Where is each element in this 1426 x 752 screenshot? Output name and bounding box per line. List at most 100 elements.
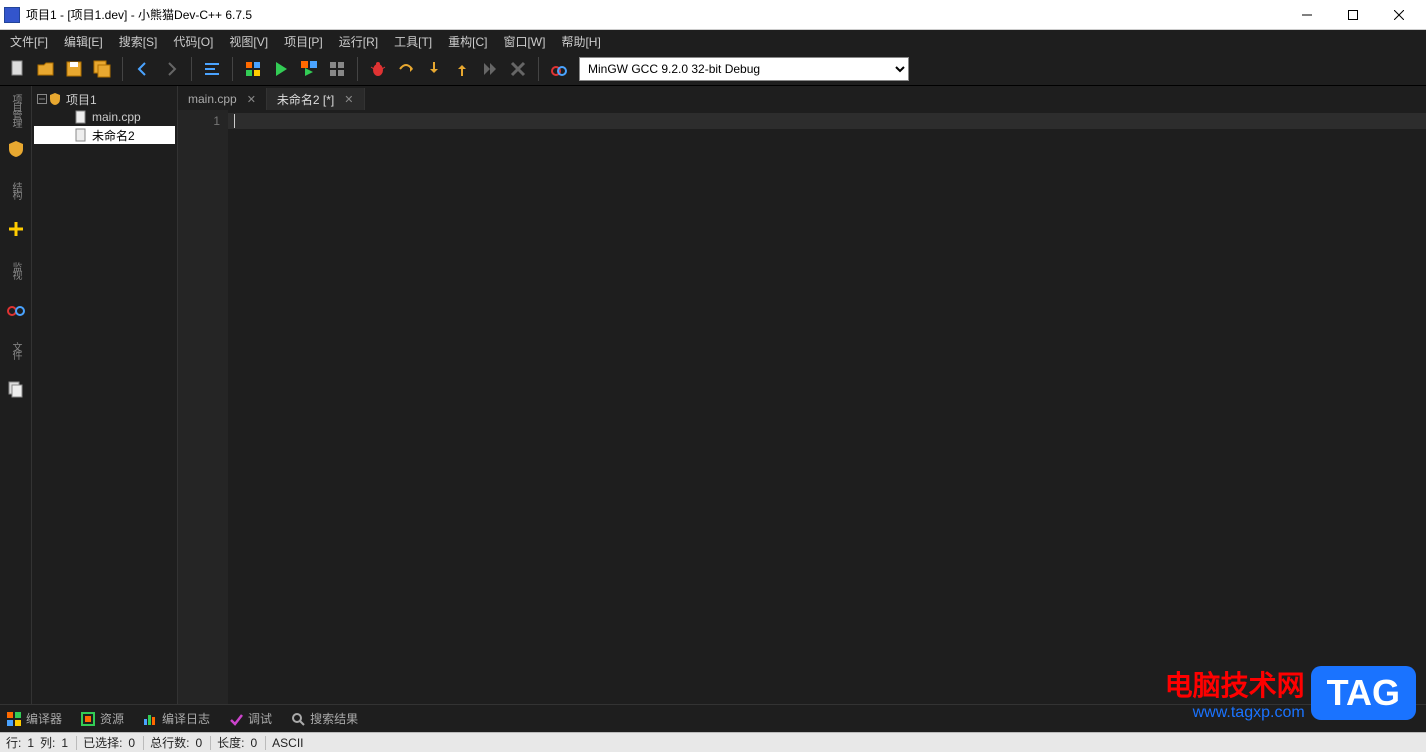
compiler-select[interactable]: MinGW GCC 9.2.0 32-bit Debug [579,57,909,81]
btab-build-log[interactable]: 编译日志 [142,710,210,727]
menu-refactor[interactable]: 重构[C] [440,31,495,52]
main-area: 项目管理 结构 监视 文件 项目1 [0,86,1426,704]
btab-debug[interactable]: 调试 [228,710,272,727]
rebuild-button[interactable] [323,55,351,83]
menu-search[interactable]: 搜索[S] [111,31,166,52]
close-button[interactable] [1376,0,1422,30]
line-number: 1 [178,114,220,128]
save-button[interactable] [60,55,88,83]
btab-search-results[interactable]: 搜索结果 [290,710,358,727]
btab-label: 编译器 [26,710,62,727]
rail-plus[interactable] [2,210,30,248]
menu-file[interactable]: 文件[F] [2,31,56,52]
rail-files[interactable]: 文件 [2,330,30,368]
minimize-button[interactable] [1284,0,1330,30]
menu-window[interactable]: 窗口[W] [495,31,553,52]
tree-root[interactable]: 项目1 [34,90,175,108]
btab-compiler[interactable]: 编译器 [6,710,62,727]
line-gutter: 1 [178,110,228,704]
plus-icon [6,219,26,239]
rail-project-manager[interactable]: 项目管理 [2,90,30,128]
chart-icon [142,711,158,727]
menu-edit[interactable]: 编辑[E] [56,31,111,52]
menu-bar: 文件[F] 编辑[E] 搜索[S] 代码[O] 视图[V] 项目[P] 运行[R… [0,30,1426,52]
file-icon [74,128,88,142]
status-line-value: 1 [27,736,34,750]
btab-resource[interactable]: 资源 [80,710,124,727]
tab-label: 未命名2 [*] [277,91,334,108]
compile-run-button[interactable] [295,55,323,83]
shield-icon [6,139,26,159]
menu-code[interactable]: 代码[O] [165,31,221,52]
current-line-highlight [228,113,1426,129]
menu-help[interactable]: 帮助[H] [553,31,608,52]
compile-button[interactable] [239,55,267,83]
tree-root-label: 项目1 [66,91,97,108]
code-content[interactable] [228,110,1426,704]
save-all-button[interactable] [88,55,116,83]
add-watch-button[interactable] [545,55,573,83]
status-total-lines-label: 总行数: [150,734,189,751]
collapse-icon[interactable] [36,93,48,105]
close-icon[interactable]: ✕ [247,93,256,106]
open-file-button[interactable] [32,55,60,83]
rail-glasses[interactable] [2,290,30,328]
project-icon [48,92,62,106]
tree-file[interactable]: main.cpp [34,108,175,126]
status-selected-value: 0 [128,736,144,750]
status-line-label: 行: [6,734,21,751]
title-bar: 项目1 - [项目1.dev] - 小熊猫Dev-C++ 6.7.5 [0,0,1426,30]
step-out-button[interactable] [448,55,476,83]
grid-icon [6,711,22,727]
app-icon [4,7,20,23]
new-file-button[interactable] [4,55,32,83]
search-icon [290,711,306,727]
btab-label: 编译日志 [162,710,210,727]
step-over-button[interactable] [392,55,420,83]
step-into-button[interactable] [420,55,448,83]
status-length-label: 长度: [217,734,244,751]
menu-run[interactable]: 运行[R] [331,31,386,52]
stop-debug-button[interactable] [504,55,532,83]
tree-file-label: 未命名2 [92,127,135,144]
status-length-value: 0 [250,736,266,750]
editor-area: main.cpp ✕ 未命名2 [*] ✕ 1 [178,86,1426,704]
rail-watch[interactable]: 监视 [2,250,30,288]
status-selected-label: 已选择: [83,734,122,751]
editor-tabs: main.cpp ✕ 未命名2 [*] ✕ [178,86,1426,110]
menu-project[interactable]: 项目[P] [276,31,331,52]
menu-tools[interactable]: 工具[T] [386,31,440,52]
project-panel: 项目1 main.cpp 未命名2 [32,86,178,704]
glasses-icon [6,299,26,319]
text-cursor [234,114,235,128]
btab-label: 资源 [100,710,124,727]
continue-button[interactable] [476,55,504,83]
bottom-panel-tabs: 编译器 资源 编译日志 调试 搜索结果 [0,704,1426,732]
tree-file-label: main.cpp [92,110,141,124]
btab-label: 调试 [248,710,272,727]
rail-structure[interactable] [2,130,30,168]
tree-file[interactable]: 未命名2 [34,126,175,144]
forward-button[interactable] [157,55,185,83]
close-icon[interactable]: ✕ [344,93,353,106]
code-editor[interactable]: 1 [178,110,1426,704]
window-controls [1284,0,1422,30]
format-code-button[interactable] [198,55,226,83]
run-button[interactable] [267,55,295,83]
rail-documents[interactable] [2,370,30,408]
project-tree: 项目1 main.cpp 未命名2 [32,86,177,148]
status-bar: 行: 1 列: 1 已选择: 0 总行数: 0 长度: 0 ASCII [0,732,1426,752]
status-col-label: 列: [40,734,55,751]
debug-button[interactable] [364,55,392,83]
maximize-button[interactable] [1330,0,1376,30]
rail-edit[interactable]: 结构 [2,170,30,208]
window-title: 项目1 - [项目1.dev] - 小熊猫Dev-C++ 6.7.5 [26,6,1284,23]
status-col-value: 1 [61,736,77,750]
status-total-lines-value: 0 [195,736,211,750]
status-encoding: ASCII [272,736,303,750]
tab-unnamed2[interactable]: 未命名2 [*] ✕ [267,88,365,110]
documents-icon [6,379,26,399]
tab-main-cpp[interactable]: main.cpp ✕ [178,88,267,110]
menu-view[interactable]: 视图[V] [221,31,276,52]
back-button[interactable] [129,55,157,83]
